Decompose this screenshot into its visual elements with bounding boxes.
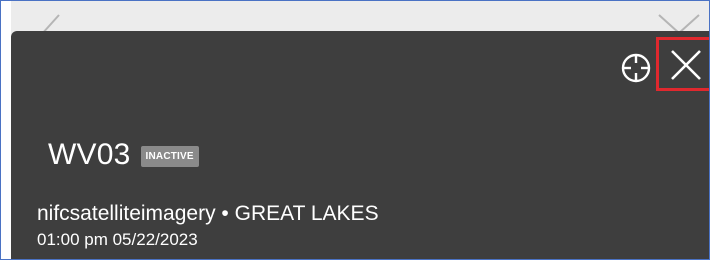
status-badge: INACTIVE bbox=[140, 146, 199, 167]
region-name: GREAT LAKES bbox=[234, 202, 379, 225]
crosshair-target-icon[interactable] bbox=[619, 51, 653, 85]
source-region-line: nifcsatelliteimagery • GREAT LAKES bbox=[37, 201, 379, 227]
close-button[interactable] bbox=[656, 37, 709, 91]
close-x-icon bbox=[671, 50, 701, 80]
background-map-lines bbox=[40, 14, 700, 35]
title-row: WV03 INACTIVE bbox=[48, 137, 199, 173]
screenshot-frame: WV03 INACTIVE nifcsatelliteimagery • GRE… bbox=[0, 0, 710, 260]
feature-info-panel: WV03 INACTIVE nifcsatelliteimagery • GRE… bbox=[11, 31, 709, 259]
timestamp: 01:00 pm 05/22/2023 bbox=[37, 230, 198, 249]
background-map-strip bbox=[11, 1, 709, 35]
source-name: nifcsatelliteimagery bbox=[37, 202, 216, 225]
separator-dot: • bbox=[221, 202, 229, 225]
layer-title: WV03 bbox=[48, 138, 131, 171]
